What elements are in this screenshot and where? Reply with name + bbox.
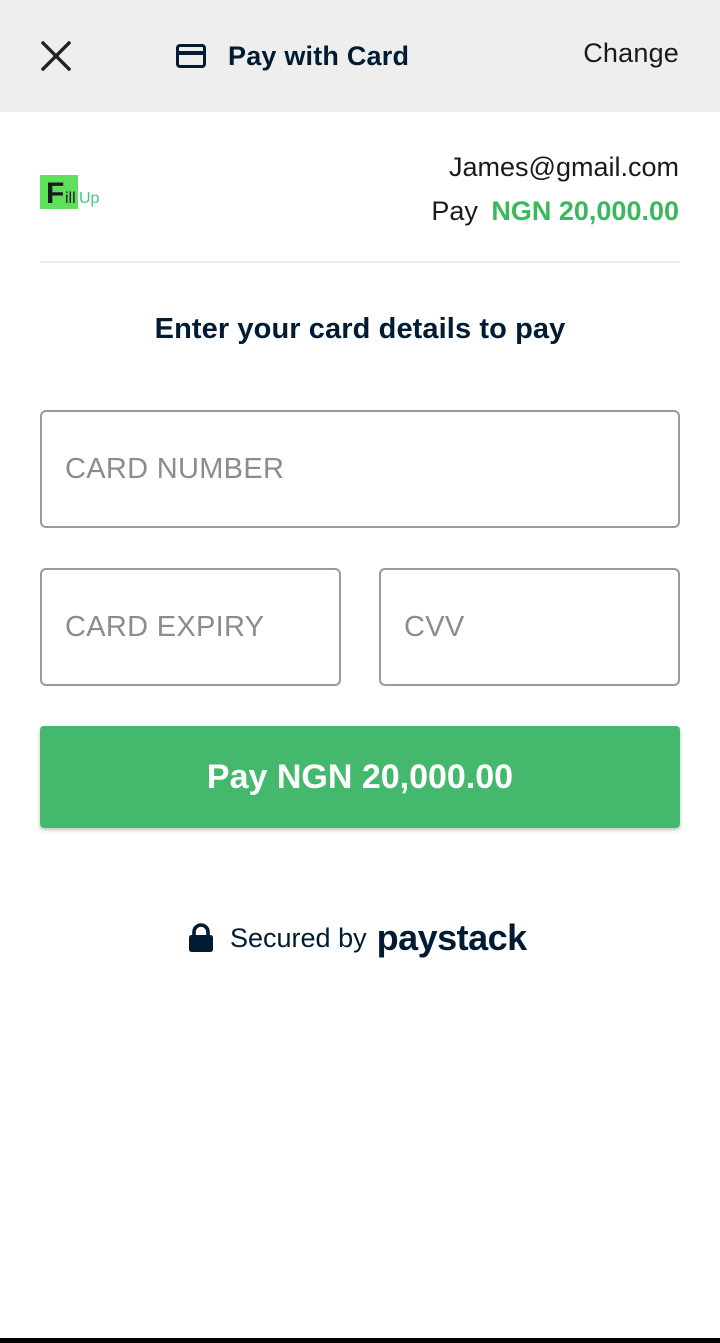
pay-label: Pay [431, 196, 478, 226]
pay-summary: Pay NGN 20,000.00 [431, 196, 679, 227]
cvv-input[interactable] [381, 610, 678, 644]
card-expiry-field[interactable] [40, 568, 341, 686]
payment-page: Pay with Card Change F ill Up James@gmai… [0, 0, 720, 1343]
bottom-edge [0, 1338, 720, 1343]
close-icon [41, 41, 71, 71]
secured-text: Secured by [230, 922, 367, 953]
card-number-input[interactable] [42, 452, 678, 486]
logo-text-dark: ill [65, 190, 76, 207]
customer-email: James@gmail.com [449, 152, 679, 182]
credit-card-icon [176, 44, 206, 68]
divider [40, 261, 680, 263]
secured-by-footer: Secured by paystack [188, 916, 527, 960]
payment-method-title: Pay with Card [176, 36, 409, 76]
close-button[interactable] [32, 32, 80, 80]
change-method-button[interactable]: Change [583, 38, 679, 69]
merchant-logo: F ill Up [40, 175, 104, 211]
paystack-logo: paystack [376, 917, 528, 958]
card-number-field[interactable] [40, 410, 680, 528]
cvv-field[interactable] [379, 568, 680, 686]
pay-button[interactable]: Pay NGN 20,000.00 [40, 726, 680, 828]
pay-amount: NGN 20,000.00 [491, 196, 679, 226]
lock-icon [188, 923, 214, 953]
card-expiry-input[interactable] [42, 610, 339, 644]
form-instruction: Enter your card details to pay [154, 313, 566, 345]
logo-letter: F [46, 177, 65, 210]
logo-text-accent: Up [79, 190, 100, 207]
header-title: Pay with Card [228, 40, 410, 71]
header-bar: Pay with Card Change [0, 0, 720, 112]
